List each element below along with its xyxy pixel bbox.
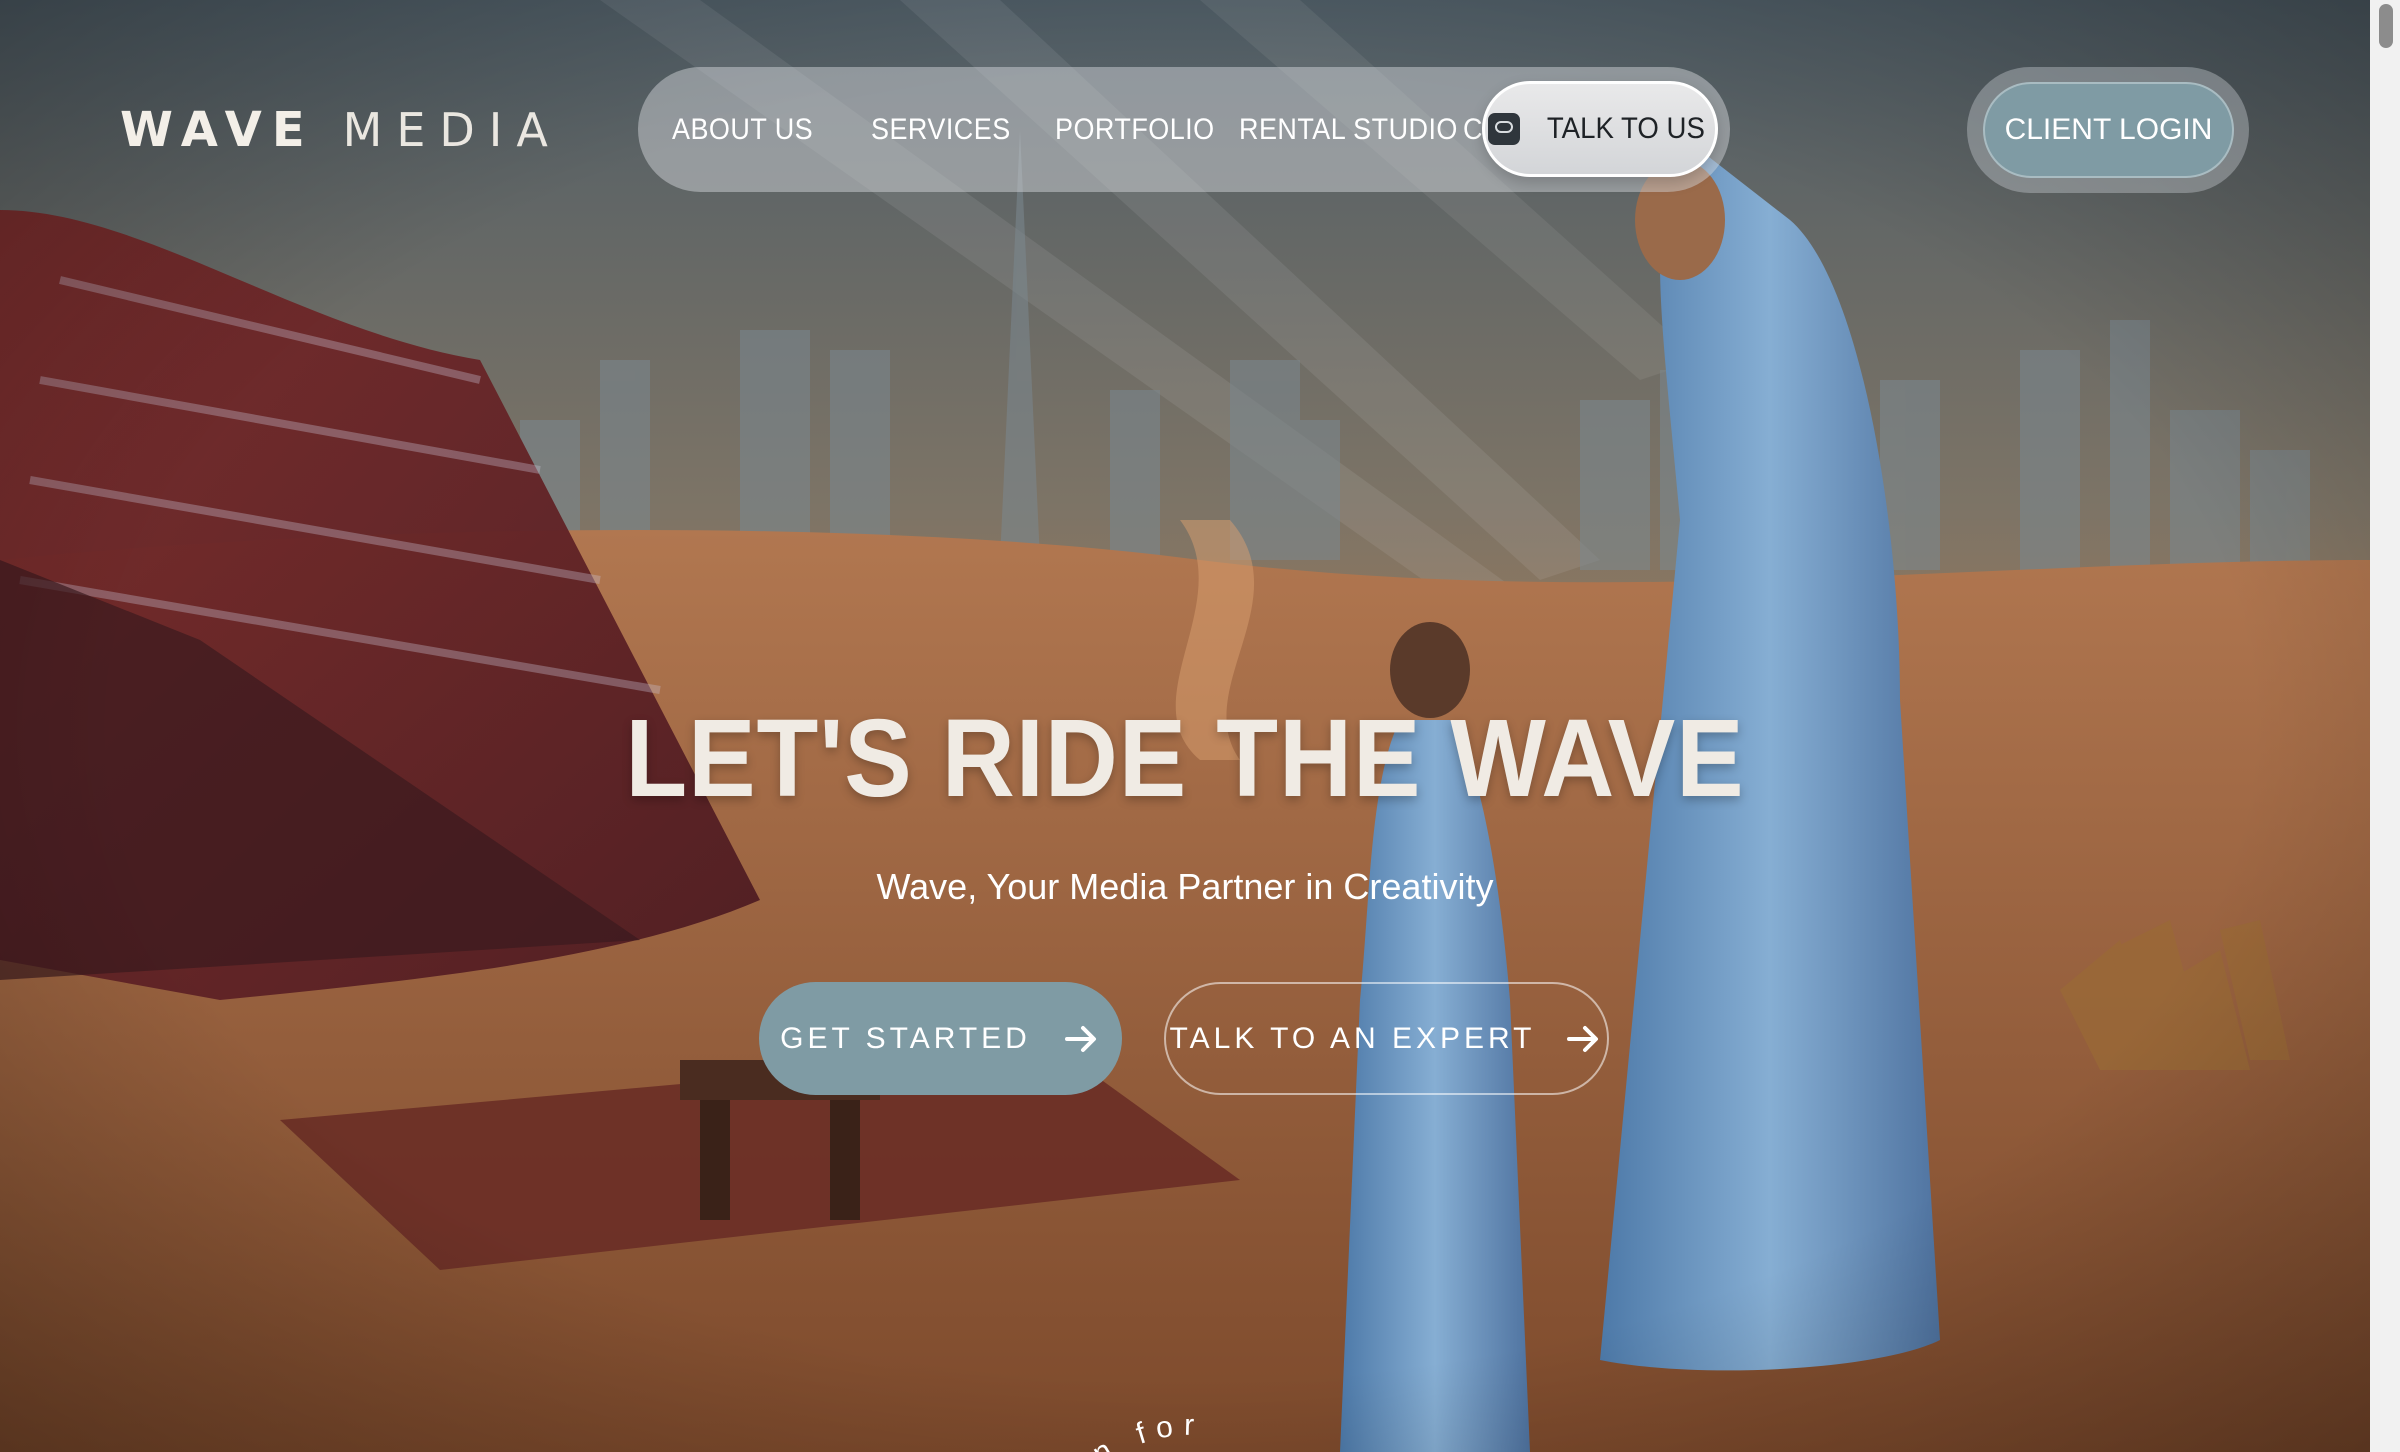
- client-login-button[interactable]: CLIENT LOGIN: [1983, 82, 2234, 178]
- hero-subtitle: Wave, Your Media Partner in Creativity: [876, 866, 1494, 907]
- page-scrollbar[interactable]: [2370, 0, 2400, 1452]
- hero-section: WAVE MEDIA ABOUT US SERVICES PORTFOLIO R…: [0, 0, 2370, 1452]
- nav-item-services[interactable]: SERVICES: [871, 113, 1010, 147]
- main-navigation: ABOUT US SERVICES PORTFOLIO RENTAL STUDI…: [638, 67, 1730, 192]
- brand-logo[interactable]: WAVE MEDIA: [120, 100, 562, 160]
- arrow-right-icon: [1064, 1025, 1096, 1052]
- talk-to-expert-button[interactable]: TALK TO AN EXPERT: [1164, 982, 1609, 1095]
- hero-title: LET'S RIDE THE WAVE: [625, 697, 1745, 820]
- svg-text:n for: n for: [1090, 1409, 1205, 1452]
- get-started-button[interactable]: GET STARTED: [759, 982, 1122, 1095]
- curved-badge-text: n for: [1090, 1409, 1205, 1452]
- nav-item-about-us[interactable]: ABOUT US: [672, 113, 821, 147]
- nav-item-rental-studio[interactable]: RENTAL STUDIO: [1239, 113, 1457, 147]
- arrow-right-icon: [1567, 1025, 1599, 1052]
- get-started-label: GET STARTED: [780, 1021, 1031, 1055]
- talk-to-expert-label: TALK TO AN EXPERT: [1169, 1021, 1536, 1055]
- talk-to-us-button[interactable]: TALK TO US: [1482, 81, 1718, 177]
- chat-icon: [1488, 113, 1521, 145]
- curved-text: n for: [1090, 1409, 1195, 1452]
- logo-word-media: MEDIA: [342, 103, 562, 157]
- talk-to-us-label: TALK TO US: [1546, 112, 1705, 145]
- nav-item-portfolio[interactable]: PORTFOLIO: [1055, 113, 1214, 147]
- scrollbar-thumb[interactable]: [2379, 4, 2393, 48]
- logo-word-wave: WAVE: [120, 102, 315, 158]
